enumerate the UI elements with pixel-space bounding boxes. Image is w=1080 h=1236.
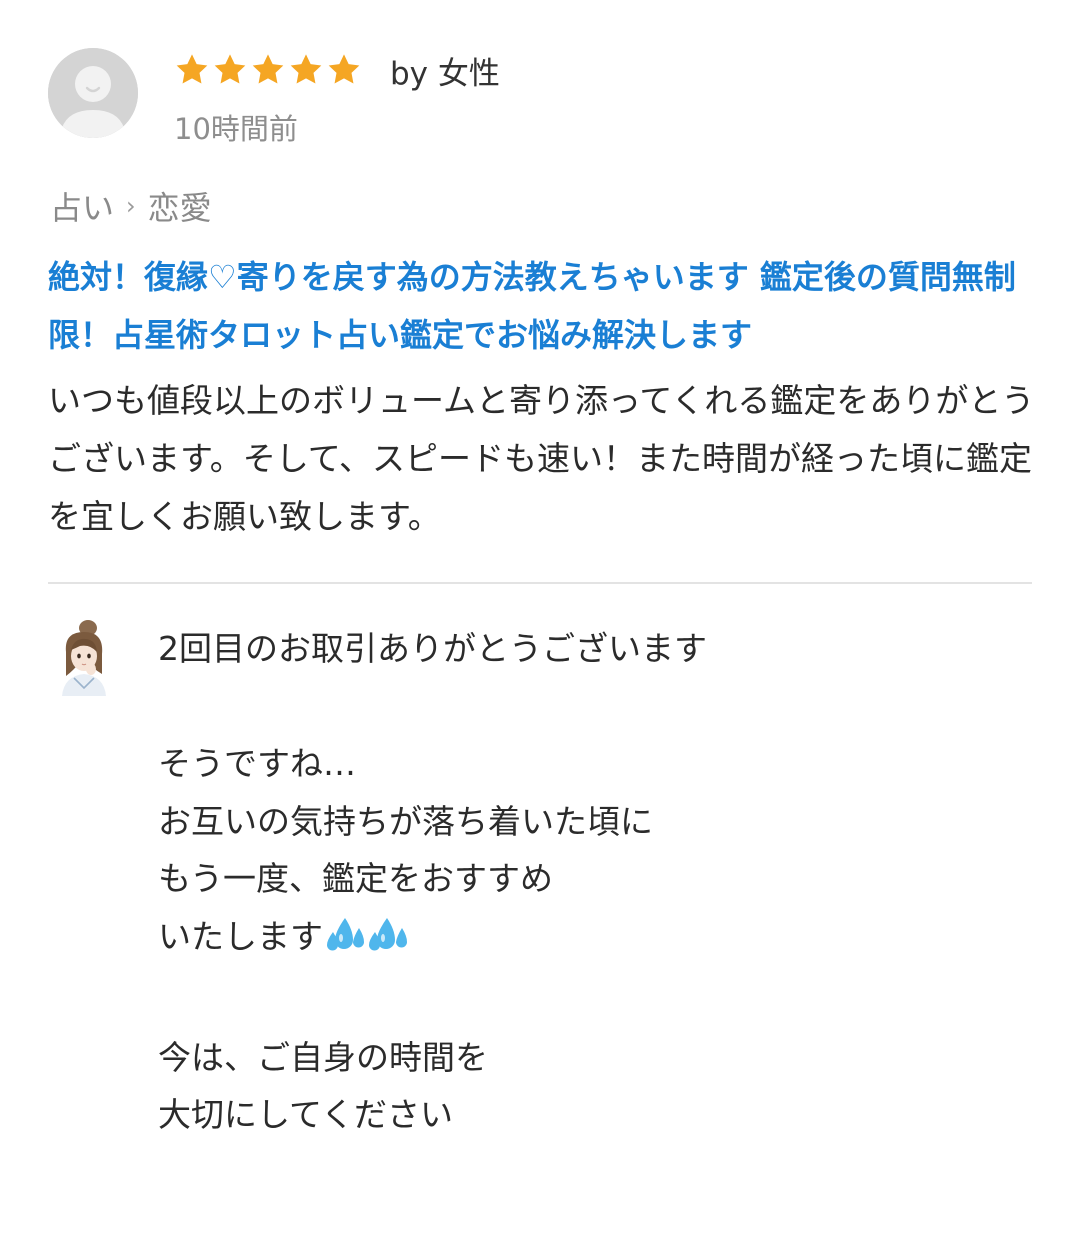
seller-reply: 2回目のお取引ありがとうございます そうですね… お互いの気持ちが落ち着いた頃に… bbox=[158, 620, 1018, 1144]
reply-line-text: いたします bbox=[158, 916, 323, 956]
rating-row: by 女性 bbox=[174, 50, 500, 92]
reply-line: 今は、ご自身の時間を bbox=[158, 1037, 488, 1077]
star-icon bbox=[290, 54, 322, 84]
star-icon bbox=[252, 54, 284, 84]
star-icon bbox=[176, 54, 208, 84]
reply-line: もう一度、鑑定をおすすめ bbox=[158, 859, 554, 898]
reply-line: お互いの気持ちが落ち着いた頃に bbox=[158, 801, 653, 841]
reply-line-blank bbox=[158, 971, 1018, 1029]
reply-line: そうですね… bbox=[158, 744, 356, 783]
review-body: いつも値段以上のボリュームと寄り添ってくれる鑑定をありがとうございます。そして、… bbox=[48, 381, 1035, 536]
reply-line-blank bbox=[158, 678, 1018, 736]
reply-line-with-emoji: いたします bbox=[158, 908, 1018, 972]
breadcrumb-item-love[interactable]: 恋愛 bbox=[148, 183, 212, 229]
breadcrumb-separator: › bbox=[126, 192, 136, 220]
review-timestamp: 10時間前 bbox=[174, 112, 298, 146]
breadcrumb: 占い › 恋愛 bbox=[50, 184, 212, 228]
review-header: by 女性 10時間前 bbox=[48, 48, 1032, 148]
star-icon bbox=[328, 54, 360, 84]
star-icon bbox=[214, 54, 246, 84]
default-user-avatar-icon bbox=[48, 48, 138, 138]
sweat-droplets-icon bbox=[325, 914, 411, 972]
breadcrumb-item-fortune[interactable]: 占い bbox=[50, 183, 114, 229]
reply-line: 2回目のお取引ありがとうございます bbox=[158, 629, 707, 668]
review-author: by 女性 bbox=[390, 55, 500, 92]
star-rating bbox=[174, 52, 362, 88]
reply-line: 大切にしてください bbox=[158, 1095, 454, 1134]
service-title-link[interactable]: 絶対！復縁♡寄りを戻す為の方法教えちゃいます 鑑定後の質問無制限！占星術タロット… bbox=[48, 248, 1038, 364]
divider bbox=[48, 582, 1032, 584]
seller-avatar-icon bbox=[52, 618, 114, 696]
